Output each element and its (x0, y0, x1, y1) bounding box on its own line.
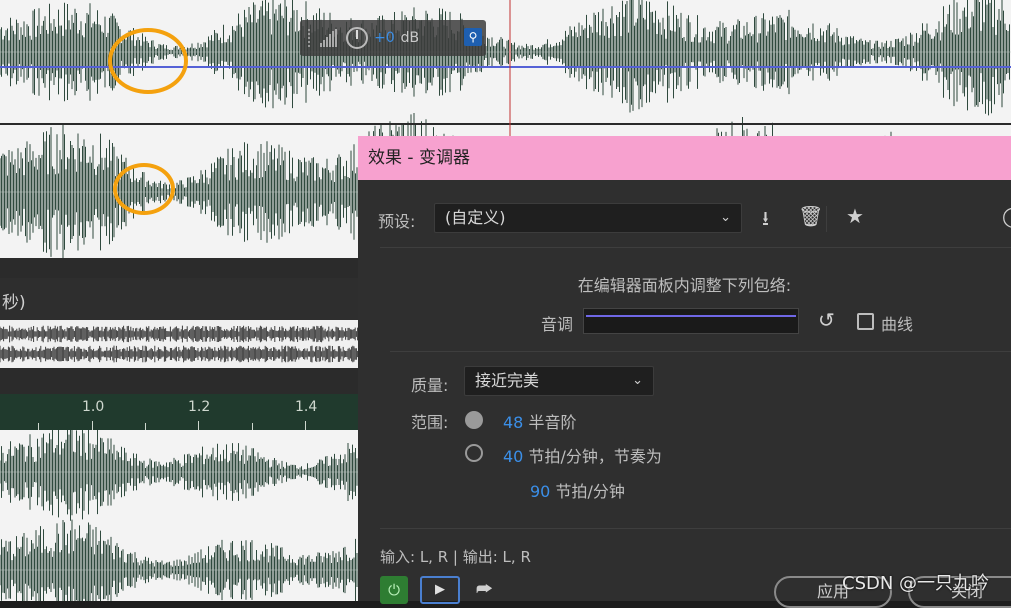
section-divider (380, 528, 1011, 529)
chevron-down-icon: ⌄ (632, 373, 643, 388)
ruler-tick (198, 421, 199, 430)
pin-icon[interactable]: ⚲ (464, 28, 482, 46)
time-ruler[interactable]: 1.0 1.2 1.4 (0, 394, 358, 431)
curve-checkbox[interactable] (857, 313, 874, 330)
power-toggle-icon[interactable]: ⏻ (380, 576, 408, 604)
preset-dropdown[interactable]: (自定义) ⌄ (434, 203, 742, 233)
waveform-bottom-channels[interactable] (0, 430, 358, 601)
range-label: 范围: (411, 413, 449, 432)
level-meter-icon (320, 29, 340, 47)
ruler-tick-label: 1.0 (82, 399, 105, 415)
range-tempo-unit: 节拍/分钟 (555, 482, 625, 501)
range-semitones-value[interactable]: 48 (503, 413, 523, 432)
ruler-tick (38, 423, 39, 430)
range-semitones-unit: 半音阶 (528, 413, 577, 432)
quality-label: 质量: (411, 376, 449, 395)
range-tempo-value[interactable]: 90 (530, 482, 550, 501)
quality-value: 接近完美 (475, 371, 540, 390)
ruler-tick-label: 1.2 (188, 399, 211, 415)
hud-gain-value[interactable]: +0 (374, 30, 395, 46)
range-option-semitones: 48 半音阶 (503, 409, 576, 433)
ruler-tick (92, 421, 93, 430)
hud-volume-control[interactable]: +0 dB ⚲ (300, 20, 486, 56)
overview-svg (0, 325, 358, 363)
annotation-circle (108, 28, 188, 94)
dialog-title-bar[interactable]: 效果 - 变调器 (358, 136, 1011, 180)
range-option-bpm: 40 节拍/分钟，节奏为 (503, 443, 662, 467)
waveform-svg (0, 430, 358, 601)
range-semitones-radio[interactable] (465, 411, 483, 429)
range-bpm-value[interactable]: 40 (503, 447, 523, 466)
favorite-star-icon[interactable]: ★ (846, 204, 864, 228)
timeline-unit-label: 秒) (2, 293, 26, 313)
channel-divider (0, 258, 358, 279)
range-tempo-option: 90 节拍/分钟 (530, 478, 625, 502)
overview-gap (0, 368, 358, 394)
export-icon[interactable]: ⮫ (476, 576, 504, 604)
preset-value: (自定义) (445, 208, 506, 227)
volume-knob[interactable] (346, 27, 368, 49)
delete-preset-icon[interactable]: 🗑 (798, 204, 823, 228)
pitch-label: 音调 (541, 315, 574, 334)
ruler-tick-label: 1.4 (295, 399, 318, 415)
quality-dropdown[interactable]: 接近完美 ⌄ (464, 366, 654, 396)
save-preset-icon[interactable]: ⭳ (762, 204, 769, 238)
preview-play-icon[interactable]: ▶ (420, 576, 460, 604)
drag-grip-icon[interactable] (308, 29, 314, 47)
watermark: CSDN @一只九吟 (842, 573, 990, 594)
ruler-tick (305, 421, 306, 430)
section-divider (390, 351, 1011, 352)
section-divider (380, 247, 1011, 248)
pitch-envelope-preview[interactable] (583, 308, 799, 334)
envelope-hint: 在编辑器面板内调整下列包络: (577, 276, 792, 295)
waveform-overview[interactable] (0, 320, 358, 368)
pitch-row: 音调 ↺ 曲线 (358, 306, 1011, 338)
curve-label: 曲线 (881, 315, 914, 334)
range-bpm-unit: 节拍/分钟，节奏为 (528, 447, 662, 466)
hud-gain-unit: dB (400, 30, 420, 46)
effect-dialog-pitch-shifter: 效果 - 变调器 预设: (自定义) ⌄ ⭳ 🗑 ★ ◯ 在编辑器面板内调整下列… (358, 136, 1011, 608)
range-bpm-radio[interactable] (465, 444, 483, 462)
annotation-circle (113, 163, 175, 215)
ruler-tick (252, 423, 253, 430)
pitch-envelope-line (586, 315, 796, 317)
preset-label: 预设: (378, 212, 416, 231)
io-channels: 输入: L, R | 输出: L, R (380, 548, 531, 566)
help-icon[interactable]: ◯ (1002, 204, 1011, 228)
chevron-down-icon: ⌄ (720, 210, 731, 225)
reset-envelope-icon[interactable]: ↺ (818, 308, 835, 332)
toolbar-divider (826, 206, 827, 232)
timeline-unit-bar: 秒) (0, 278, 358, 320)
dialog-title: 效果 - 变调器 (368, 148, 470, 168)
ruler-tick (145, 423, 146, 430)
